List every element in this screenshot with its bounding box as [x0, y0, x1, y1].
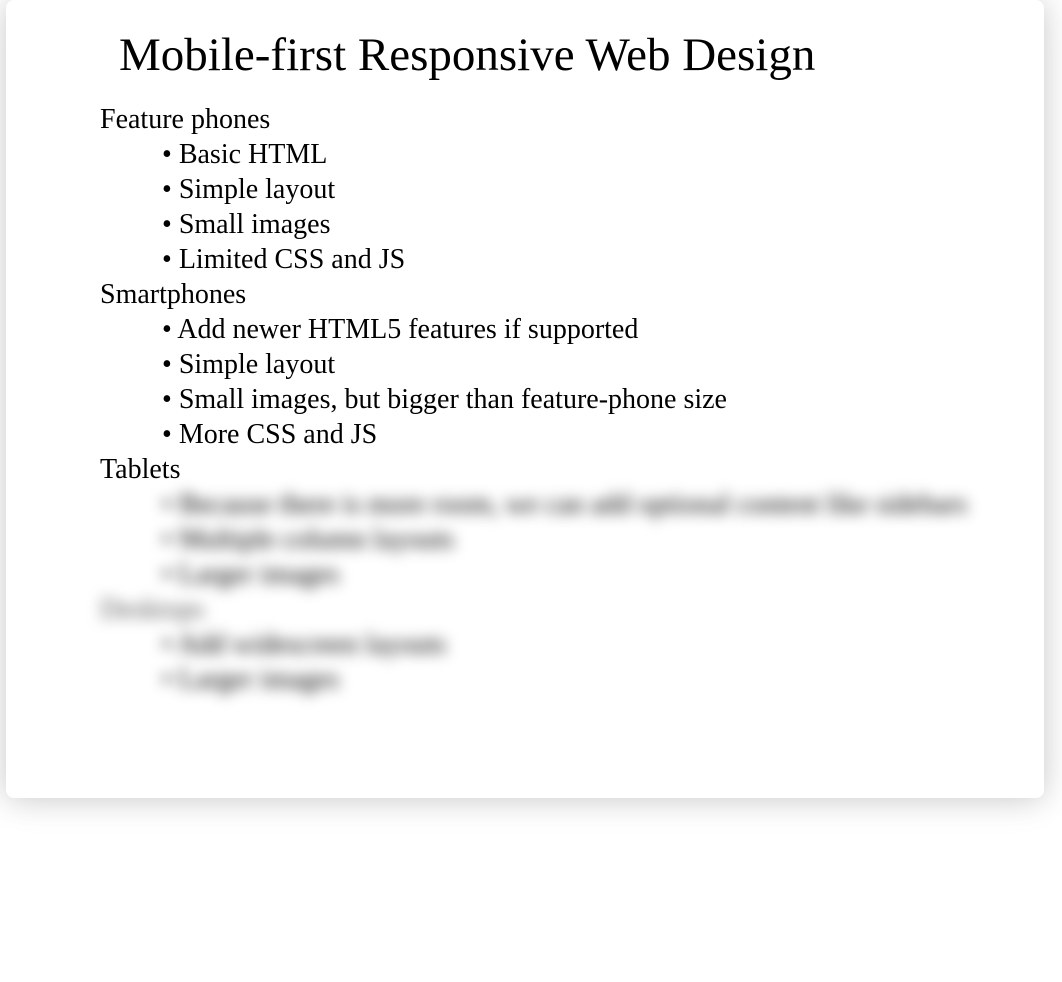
section-heading: Tablets — [100, 452, 1044, 487]
section-heading: Smartphones — [100, 277, 1044, 312]
list-item: Multiple column layouts — [162, 522, 1044, 557]
list-item: Basic HTML — [162, 137, 1044, 172]
list-item: Small images — [162, 207, 1044, 242]
slide-card: Mobile-first Responsive Web Design Featu… — [6, 0, 1044, 798]
section-smartphones: Smartphones Add newer HTML5 features if … — [6, 277, 1044, 452]
list-item: Larger images — [162, 662, 1044, 697]
section-tablets: Tablets Because there is more room, we c… — [6, 452, 1044, 592]
bullet-list: Add widescreen layouts Larger images — [162, 627, 1044, 697]
slide-title: Mobile-first Responsive Web Design — [119, 28, 1044, 82]
list-item: Simple layout — [162, 172, 1044, 207]
list-item: Limited CSS and JS — [162, 242, 1044, 277]
list-item: More CSS and JS — [162, 417, 1044, 452]
list-item: Because there is more room, we can add o… — [162, 487, 1044, 522]
list-item: Add widescreen layouts — [162, 627, 1044, 662]
section-feature-phones: Feature phones Basic HTML Simple layout … — [6, 102, 1044, 277]
bullet-list: Add newer HTML5 features if supported Si… — [162, 312, 1044, 452]
section-desktops: Desktops Add widescreen layouts Larger i… — [6, 592, 1044, 697]
list-item: Larger images — [162, 557, 1044, 592]
list-item: Small images, but bigger than feature-ph… — [162, 382, 1044, 417]
list-item: Simple layout — [162, 347, 1044, 382]
bullet-list: Because there is more room, we can add o… — [162, 487, 1044, 592]
section-heading: Desktops — [100, 592, 1044, 627]
list-item: Add newer HTML5 features if supported — [162, 312, 1044, 347]
bullet-list: Basic HTML Simple layout Small images Li… — [162, 137, 1044, 277]
section-heading: Feature phones — [100, 102, 1044, 137]
